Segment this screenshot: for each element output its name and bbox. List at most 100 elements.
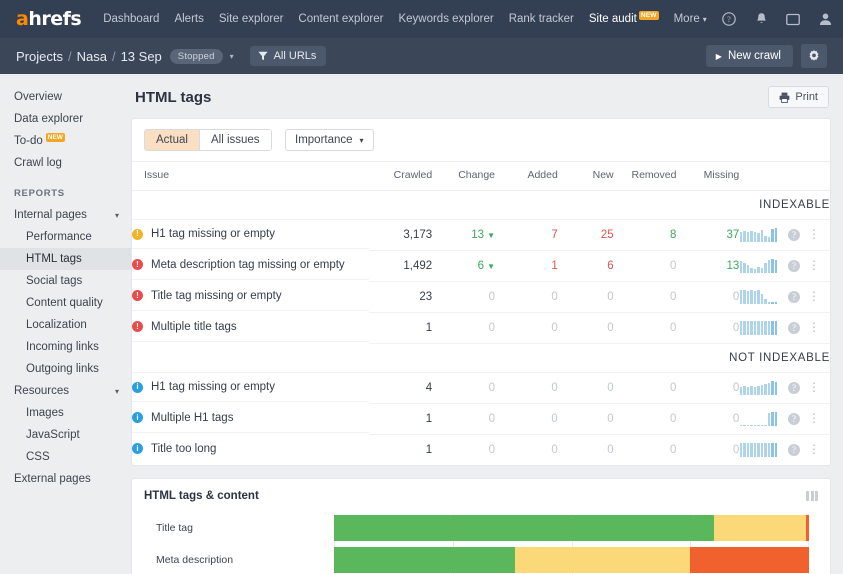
help-icon[interactable]: ?	[788, 229, 800, 242]
importance-dropdown[interactable]: Importance ▾	[285, 129, 374, 151]
breadcrumb-crawl-date[interactable]: 13 Sep	[121, 49, 162, 64]
row-menu-icon[interactable]: ⋮	[808, 380, 820, 394]
view-toggle-actual[interactable]: Actual	[145, 130, 199, 150]
table-row[interactable]: ! H1 tag missing or empty 3,173 13 ▼ 7 25 8 37? ⋮	[132, 219, 830, 251]
chart-bar-segment-warning[interactable]	[514, 547, 691, 573]
nav-link-alerts[interactable]: Alerts	[174, 13, 203, 25]
help-icon[interactable]: ?	[722, 12, 737, 27]
issue-label[interactable]: H1 tag missing or empty	[151, 381, 275, 393]
sidebar-item-resources[interactable]: Resources ▾	[0, 380, 131, 402]
sidebar-item-to-do[interactable]: To-do NEW	[0, 130, 131, 152]
change-cell: 0	[432, 403, 495, 435]
sidebar-item-css[interactable]: CSS	[0, 446, 131, 468]
nav-link-site-explorer[interactable]: Site explorer	[219, 13, 284, 25]
row-menu-icon[interactable]: ⋮	[808, 289, 820, 303]
column-header-change[interactable]: Change	[432, 161, 495, 191]
issue-label[interactable]: H1 tag missing or empty	[151, 228, 275, 240]
sidebar-item-internal-pages[interactable]: Internal pages ▾	[0, 204, 131, 226]
table-row[interactable]: i H1 tag missing or empty 4 0 0 0 0 0? ⋮	[132, 372, 830, 404]
column-header-removed[interactable]: Removed	[613, 161, 677, 191]
account-icon[interactable]	[818, 12, 833, 27]
settings-button[interactable]	[801, 44, 827, 68]
nav-link-label: Content explorer	[298, 13, 384, 25]
table-row[interactable]: ! Meta description tag missing or empty 1,…	[132, 250, 830, 282]
trend-cell: ? ⋮	[739, 372, 830, 404]
sidebar-item-incoming-links[interactable]: Incoming links	[0, 336, 131, 358]
chart-bar-segment-good[interactable]	[334, 547, 515, 573]
nav-link-dashboard[interactable]: Dashboard	[103, 13, 159, 25]
chart-bar-segment-error[interactable]	[805, 515, 809, 541]
chevron-down-icon[interactable]: ▾	[115, 211, 119, 220]
nav-link-site-audit[interactable]: Site audit NEW	[589, 11, 659, 25]
sidebar-item-performance[interactable]: Performance	[0, 226, 131, 248]
table-row[interactable]: i Multiple H1 tags 1 0 0 0 0 0? ⋮	[132, 403, 830, 435]
sidebar-item-content-quality[interactable]: Content quality	[0, 292, 131, 314]
sidebar-item-localization[interactable]: Localization	[0, 314, 131, 336]
issues-table: Issue Crawled Change Added New Removed Missing…	[132, 161, 830, 465]
chart-bar-track	[334, 515, 809, 541]
table-row[interactable]: ! Title tag missing or empty 23 0 0 0 0 0? ⋮	[132, 281, 830, 313]
sidebar-item-data-explorer[interactable]: Data explorer	[0, 108, 131, 130]
sidebar-item-label: Overview	[14, 91, 62, 103]
breadcrumb-projects[interactable]: Projects	[16, 49, 63, 64]
column-header-issue[interactable]: Issue	[132, 161, 370, 191]
issue-label[interactable]: Title too long	[151, 443, 216, 455]
print-button[interactable]: Print	[768, 86, 829, 108]
row-menu-icon[interactable]: ⋮	[808, 258, 820, 272]
chart-bar-segment-good[interactable]	[334, 515, 714, 541]
view-toggle-all-issues[interactable]: All issues	[198, 130, 271, 150]
bell-icon[interactable]	[754, 12, 769, 27]
column-header-missing[interactable]: Missing	[676, 161, 740, 191]
column-header-added[interactable]: Added	[495, 161, 558, 191]
sidebar-item-html-tags[interactable]: HTML tags	[0, 248, 131, 270]
issue-name-cell: i H1 tag missing or empty	[132, 373, 370, 402]
issue-label[interactable]: Title tag missing or empty	[151, 290, 282, 302]
row-menu-icon[interactable]: ⋮	[808, 411, 820, 425]
chevron-down-icon[interactable]: ▾	[115, 387, 119, 396]
chart-bar-segment-error[interactable]	[690, 547, 809, 573]
chevron-down-icon[interactable]: ▾	[230, 52, 234, 61]
sidebar-item-javascript[interactable]: JavaScript	[0, 424, 131, 446]
sidebar-item-images[interactable]: Images	[0, 402, 131, 424]
help-icon[interactable]: ?	[788, 382, 800, 395]
issue-label[interactable]: Multiple title tags	[151, 321, 237, 333]
nav-link-content-explorer[interactable]: Content explorer	[298, 13, 383, 25]
issue-name-cell: i Multiple H1 tags	[132, 404, 370, 433]
help-icon[interactable]: ?	[788, 322, 800, 335]
nav-link-label: Keywords explorer	[398, 13, 494, 25]
row-menu-icon[interactable]: ⋮	[808, 320, 820, 334]
help-icon[interactable]: ?	[788, 291, 800, 304]
sidebar-item-crawl-log[interactable]: Crawl log	[0, 152, 131, 174]
all-urls-filter-button[interactable]: All URLs	[249, 46, 327, 66]
inbox-icon[interactable]	[786, 12, 801, 27]
column-header-new[interactable]: New	[557, 161, 614, 191]
sidebar-item-external-pages[interactable]: External pages	[0, 468, 131, 490]
removed-cell-value: 0	[670, 413, 677, 425]
table-row[interactable]: i Title too long 1 0 0 0 0 0? ⋮	[132, 435, 830, 466]
nav-link-more[interactable]: More ▾	[674, 13, 707, 25]
row-menu-icon[interactable]: ⋮	[808, 442, 820, 456]
sidebar-item-outgoing-links[interactable]: Outgoing links	[0, 358, 131, 380]
issue-label[interactable]: Multiple H1 tags	[151, 412, 233, 424]
new-cell-value: 25	[600, 229, 614, 241]
missing-cell-value: 37	[726, 229, 740, 241]
help-icon[interactable]: ?	[788, 260, 800, 273]
issue-label[interactable]: Meta description tag missing or empty	[151, 259, 345, 271]
help-icon[interactable]: ?	[788, 444, 800, 457]
column-header-crawled[interactable]: Crawled	[369, 161, 433, 191]
new-cell: 0	[557, 403, 614, 435]
sidebar-item-social-tags[interactable]: Social tags	[0, 270, 131, 292]
nav-link-rank-tracker[interactable]: Rank tracker	[509, 13, 574, 25]
missing-cell: 0	[676, 403, 740, 435]
error-icon: !	[132, 290, 143, 301]
chart-bar-segment-warning[interactable]	[714, 515, 806, 541]
help-icon[interactable]: ?	[788, 413, 800, 426]
columns-icon[interactable]	[806, 491, 818, 501]
breadcrumb-project-name[interactable]: Nasa	[77, 49, 107, 64]
table-row[interactable]: ! Multiple title tags 1 0 0 0 0 0? ⋮	[132, 312, 830, 344]
row-menu-icon[interactable]: ⋮	[808, 227, 820, 241]
nav-link-keywords-explorer[interactable]: Keywords explorer	[398, 13, 493, 25]
ahrefs-logo[interactable]: ahrefs	[16, 8, 82, 30]
new-crawl-button[interactable]: ▶ New crawl	[705, 45, 793, 67]
sidebar-item-overview[interactable]: Overview	[0, 86, 131, 108]
